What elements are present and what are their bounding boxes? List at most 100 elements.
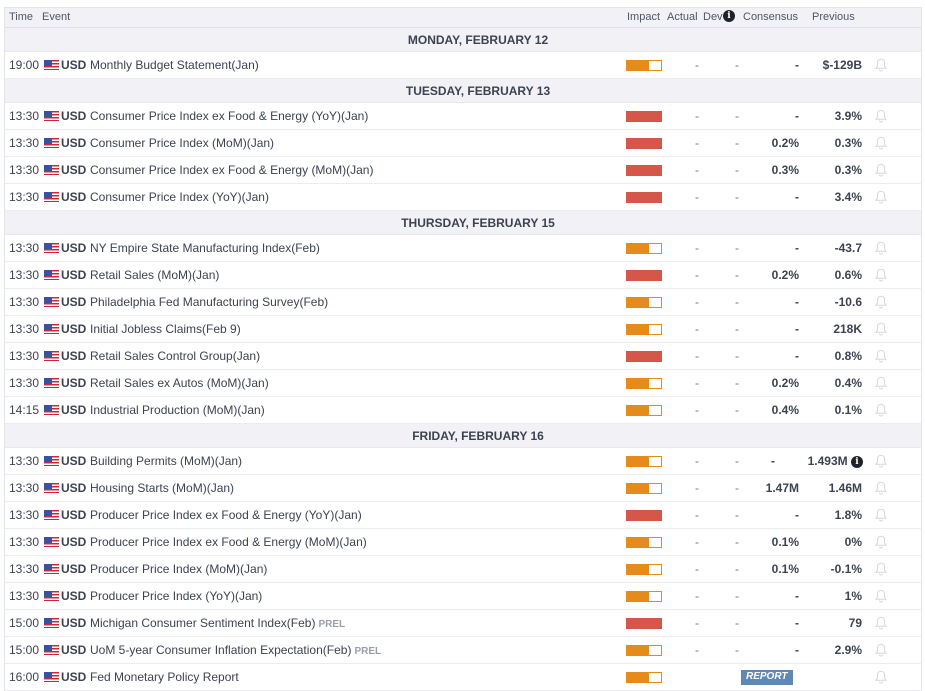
table-row[interactable]: 13:30 USD Retail Sales Control Group(Jan) -… [5,343,921,370]
event-name[interactable]: NY Empire State Manufacturing Index(Feb) [90,235,320,261]
bell-icon[interactable] [875,643,887,657]
event-name[interactable]: Industrial Production (MoM)(Jan) [90,397,265,423]
table-row[interactable]: 13:30 USD Consumer Price Index (YoY)(Jan) -… [5,184,921,211]
bell-icon[interactable] [875,481,887,495]
impact-medium-indicator [626,591,662,602]
event-name[interactable]: Building Permits (MoM)(Jan) [90,448,242,474]
impact-medium-indicator [626,378,662,389]
currency: USD [61,376,87,390]
bell-icon[interactable] [875,322,887,336]
event-name[interactable]: Fed Monetary Policy Report [90,664,239,690]
table-row[interactable]: 14:15 USD Industrial Production (MoM)(Jan)… [5,397,921,424]
table-row[interactable]: 13:30 USD Consumer Price Index ex Food & E… [5,157,921,184]
bell-icon[interactable] [875,190,887,204]
us-flag-icon [44,564,59,574]
previous-value: -10.6 [834,295,862,309]
previous-value: 0.3% [834,163,862,177]
table-row[interactable]: 13:30 USD NY Empire State Manufacturing In… [5,235,921,262]
bell-icon[interactable] [875,616,887,630]
actual-value: - [695,241,699,255]
bell-icon[interactable] [875,163,887,177]
event-time: 13:30 [9,454,40,468]
event-name[interactable]: Producer Price Index ex Food & Energy (M… [90,529,367,555]
event-name[interactable]: Initial Jobless Claims(Feb 9) [90,316,241,342]
event-name[interactable]: Producer Price Index (MoM)(Jan) [90,556,267,582]
event-name[interactable]: Philadelphia Fed Manufacturing Survey(Fe… [90,289,328,315]
event-name[interactable]: Monthly Budget Statement(Jan) [90,52,259,78]
info-icon[interactable]: i [851,455,863,468]
event-name[interactable]: Retail Sales ex Autos (MoM)(Jan) [90,370,269,396]
previous-value: 1% [844,589,862,603]
event-name[interactable]: Retail Sales Control Group(Jan) [90,343,260,369]
bell-icon[interactable] [875,58,887,72]
actual-value: - [695,481,699,495]
table-row[interactable]: 13:30 USD Producer Price Index (YoY)(Jan) -… [5,583,921,610]
report-button[interactable]: REPORT [741,670,793,685]
currency: USD [61,58,87,72]
bell-icon[interactable] [875,403,887,417]
header-actual[interactable]: Actual [667,11,698,23]
table-row[interactable]: 15:00 USD Michigan Consumer Sentiment Inde… [5,610,921,637]
bell-icon[interactable] [875,136,887,150]
table-row[interactable]: 13:30 USD Retail Sales ex Autos (MoM)(Jan)… [5,370,921,397]
event-name[interactable]: Retail Sales (MoM)(Jan) [90,262,219,288]
bell-icon[interactable] [875,670,887,684]
table-row[interactable]: 13:30 USD Producer Price Index (MoM)(Jan) -… [5,556,921,583]
header-previous[interactable]: Previous [812,11,855,23]
event-time: 15:00 [9,643,40,657]
table-row[interactable]: 13:30 USD Building Permits (MoM)(Jan) - - -1.… [5,448,921,475]
table-row[interactable]: 13:30 USD Philadelphia Fed Manufacturing S… [5,289,921,316]
bell-icon[interactable] [875,109,887,123]
table-row[interactable]: 13:30 USD Initial Jobless Claims(Feb 9) - - -… [5,316,921,343]
event-name[interactable]: Consumer Price Index (MoM)(Jan) [90,130,274,156]
header-consensus[interactable]: Consensus [743,11,798,23]
consensus-value: - [795,508,799,522]
consensus-value: - [795,241,799,255]
header-event[interactable]: Event [42,11,70,23]
bell-icon[interactable] [875,589,887,603]
actual-value: - [695,109,699,123]
economic-calendar: Time Event Impact Actual Dev i Consensus… [4,7,922,691]
table-row[interactable]: 16:00 USD Fed Monetary Policy Report REPORT [5,664,921,691]
bell-icon[interactable] [875,349,887,363]
info-icon[interactable]: i [723,10,735,22]
bell-icon[interactable] [875,268,887,282]
us-flag-icon [44,60,59,70]
us-flag-icon [44,165,59,175]
event-name[interactable]: Producer Price Index (YoY)(Jan) [90,583,262,609]
currency: USD [61,295,87,309]
table-row[interactable]: 13:30 USD Consumer Price Index ex Food & E… [5,103,921,130]
bell-icon[interactable] [875,376,887,390]
event-name[interactable]: Producer Price Index ex Food & Energy (Y… [90,502,362,528]
currency: USD [61,589,87,603]
consensus-value: - [795,109,799,123]
actual-value: - [695,322,699,336]
bell-icon[interactable] [875,454,887,468]
header-time[interactable]: Time [9,11,33,23]
previous-value: 0.4% [834,376,862,390]
bell-icon[interactable] [875,295,887,309]
event-name[interactable]: Consumer Price Index (YoY)(Jan) [90,184,269,210]
event-name[interactable]: UoM 5-year Consumer Inflation Expectatio… [90,637,381,665]
event-time: 13:30 [9,481,40,495]
event-name[interactable]: Michigan Consumer Sentiment Index(Feb) PR… [90,610,345,638]
bell-icon[interactable] [875,535,887,549]
bell-icon[interactable] [875,241,887,255]
table-row[interactable]: 13:30 USD Housing Starts (MoM)(Jan) - -1.47M… [5,475,921,502]
bell-icon[interactable] [875,508,887,522]
event-time: 19:00 [9,58,40,72]
table-row[interactable]: 13:30 USD Retail Sales (MoM)(Jan) - -0.2% 0.6… [5,262,921,289]
currency: USD [61,190,87,204]
previous-value: -43.7 [834,241,862,255]
table-row[interactable]: 13:30 USD Consumer Price Index (MoM)(Jan) -… [5,130,921,157]
header-dev[interactable]: Dev [703,11,723,23]
table-row[interactable]: 15:00 USD UoM 5-year Consumer Inflation Ex… [5,637,921,664]
table-row[interactable]: 13:30 USD Producer Price Index ex Food & E… [5,529,921,556]
bell-icon[interactable] [875,562,887,576]
table-row[interactable]: 19:00 USD Monthly Budget Statement(Jan) - - -… [5,52,921,79]
header-impact[interactable]: Impact [627,11,660,23]
event-name[interactable]: Consumer Price Index ex Food & Energy (Y… [90,103,368,129]
event-name[interactable]: Consumer Price Index ex Food & Energy (M… [90,157,373,183]
event-name[interactable]: Housing Starts (MoM)(Jan) [90,475,234,501]
table-row[interactable]: 13:30 USD Producer Price Index ex Food & E… [5,502,921,529]
